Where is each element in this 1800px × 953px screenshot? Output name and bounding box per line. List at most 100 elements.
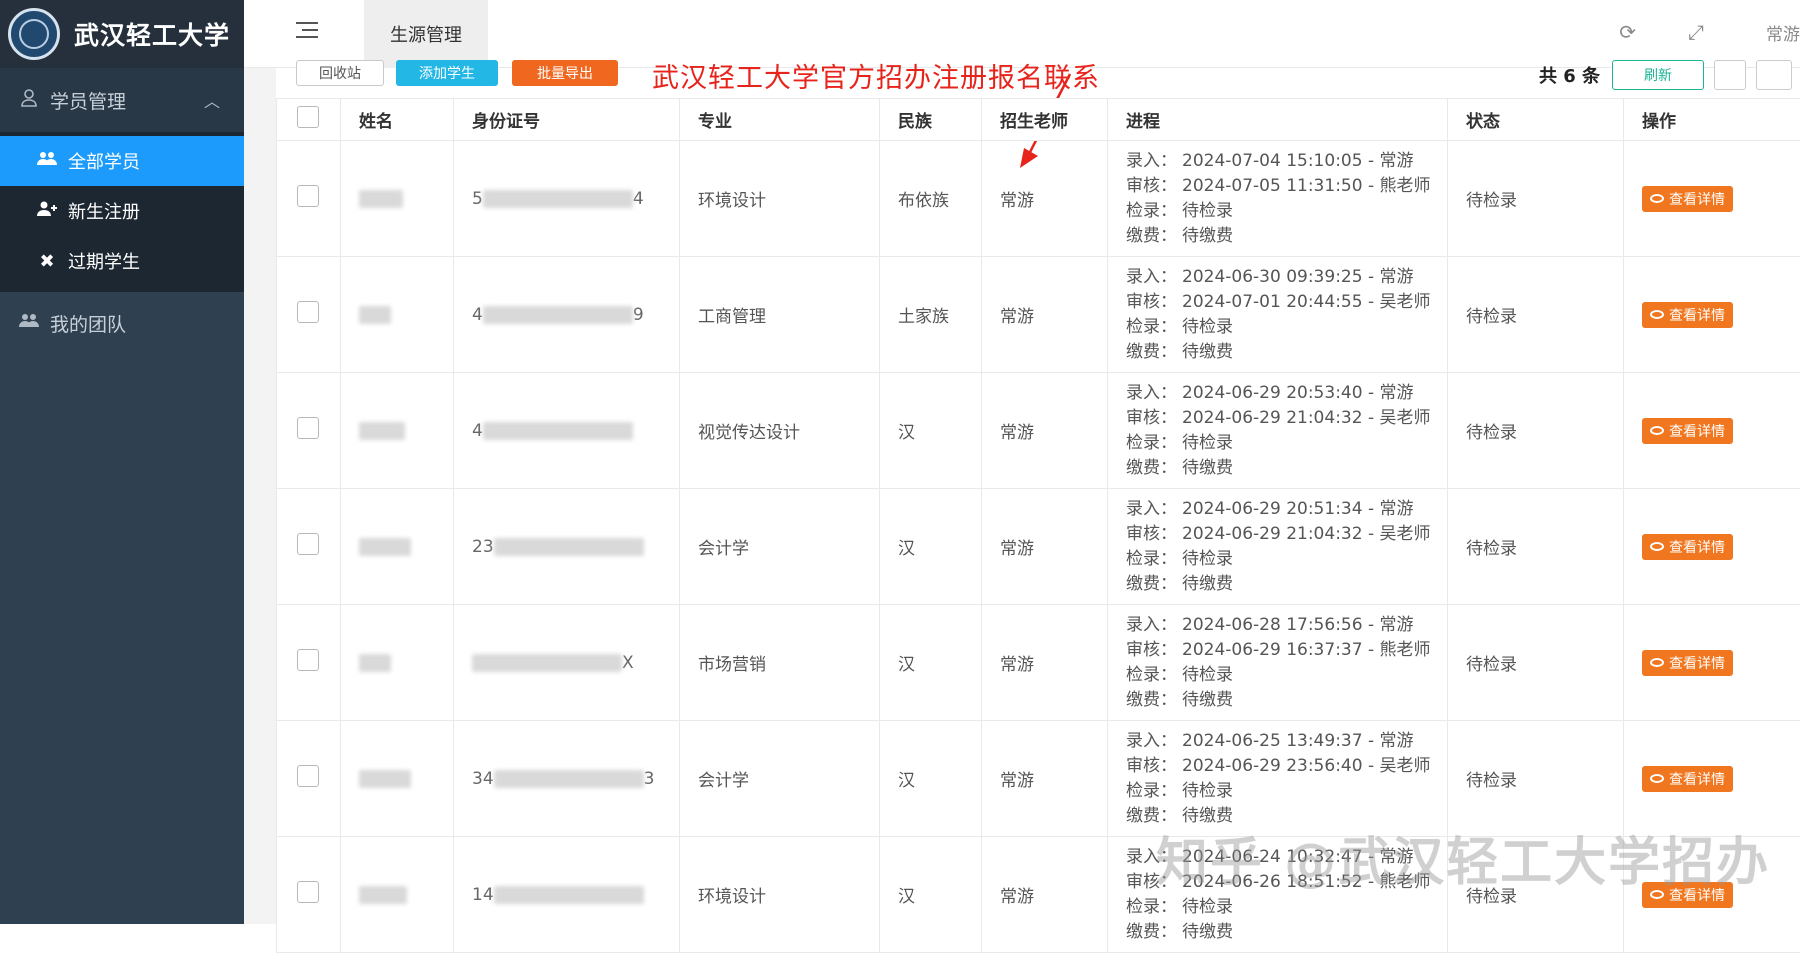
progress-key: 审核： xyxy=(1126,290,1182,315)
select-all-checkbox[interactable] xyxy=(277,99,341,141)
action-cell: 查看详情 xyxy=(1624,489,1800,605)
sidebar-item-label: 过期学生 xyxy=(68,248,140,274)
student-name-redacted xyxy=(341,605,454,721)
row-checkbox[interactable] xyxy=(277,373,341,489)
progress-entry: 2024-06-29 20:53:40 - 常游 xyxy=(1182,383,1414,403)
eye-icon xyxy=(1650,426,1664,435)
menu-group-students[interactable]: 学员管理 ︿ xyxy=(0,68,244,132)
view-details-button[interactable]: 查看详情 xyxy=(1642,186,1733,212)
users-icon xyxy=(18,312,40,334)
table-row: 49工商管理土家族常游录入：2024-06-30 09:39:25 - 常游审核… xyxy=(277,257,1800,373)
times-icon: ✖ xyxy=(36,251,58,272)
action-cell: 查看详情 xyxy=(1624,373,1800,489)
export-button[interactable]: 批量导出 xyxy=(512,60,618,86)
teacher-cell: 常游 xyxy=(982,837,1108,953)
progress-entry: 2024-06-30 09:39:25 - 常游 xyxy=(1182,267,1414,287)
progress-key: 缴费： xyxy=(1126,224,1182,249)
progress-entry: 2024-06-28 17:56:56 - 常游 xyxy=(1182,615,1414,635)
progress-key: 审核： xyxy=(1126,522,1182,547)
progress-key: 审核： xyxy=(1126,406,1182,431)
brand-name: 武汉轻工大学 xyxy=(74,16,230,52)
progress-entry: 2024-07-04 15:10:05 - 常游 xyxy=(1182,151,1414,171)
progress-fee: 待缴费 xyxy=(1182,342,1233,362)
id-end: 9 xyxy=(633,305,644,325)
print-icon[interactable] xyxy=(1756,60,1792,90)
fullscreen-icon[interactable]: ⤢ xyxy=(1688,20,1704,44)
col-status[interactable]: 状态 xyxy=(1448,99,1624,141)
menu-toggle-icon[interactable] xyxy=(296,22,318,42)
row-checkbox[interactable] xyxy=(277,837,341,953)
view-details-label: 查看详情 xyxy=(1669,653,1725,673)
progress-key: 审核： xyxy=(1126,754,1182,779)
view-details-button[interactable]: 查看详情 xyxy=(1642,766,1733,792)
table-row: 4视觉传达设计汉常游录入：2024-06-29 20:53:40 - 常游审核：… xyxy=(277,373,1800,489)
row-checkbox[interactable] xyxy=(277,141,341,257)
progress-review: 2024-06-29 16:37:37 - 熊老师 xyxy=(1182,640,1431,660)
recycle-button[interactable]: 回收站 xyxy=(296,60,384,86)
add-student-button[interactable]: 添加学生 xyxy=(396,60,498,86)
progress-key: 检录： xyxy=(1126,779,1182,804)
view-details-button[interactable]: 查看详情 xyxy=(1642,650,1733,676)
major-cell: 视觉传达设计 xyxy=(680,373,880,489)
progress-key: 录入： xyxy=(1126,265,1182,290)
student-id-cell: 343 xyxy=(454,721,680,837)
sidebar: 武汉轻工大学 学员管理 ︿ 全部学员 新生注册 ✖ 过期学生 我的团队 xyxy=(0,0,244,924)
id-start: 4 xyxy=(472,421,483,441)
sidebar-item-all-students[interactable]: 全部学员 xyxy=(0,136,244,186)
col-progress[interactable]: 进程 xyxy=(1108,99,1448,141)
progress-cell: 录入：2024-06-29 20:51:34 - 常游审核：2024-06-29… xyxy=(1108,489,1448,605)
progress-fee: 待缴费 xyxy=(1182,690,1233,710)
view-details-button[interactable]: 查看详情 xyxy=(1642,418,1733,444)
progress-review: 2024-06-29 21:04:32 - 吴老师 xyxy=(1182,524,1431,544)
student-name-redacted xyxy=(341,141,454,257)
id-start: 23 xyxy=(472,537,494,557)
sidebar-item-label: 新生注册 xyxy=(68,198,140,224)
sidebar-item-label: 全部学员 xyxy=(68,148,140,174)
col-name[interactable]: 姓名 xyxy=(341,99,454,141)
ethnicity-cell: 汉 xyxy=(880,605,982,721)
student-id-cell: 14 xyxy=(454,837,680,953)
progress-check: 待检录 xyxy=(1182,317,1233,337)
tab-student-source[interactable]: 生源管理 xyxy=(364,0,488,68)
teacher-cell: 常游 xyxy=(982,605,1108,721)
view-details-label: 查看详情 xyxy=(1669,537,1725,557)
view-details-button[interactable]: 查看详情 xyxy=(1642,534,1733,560)
columns-icon[interactable] xyxy=(1714,60,1746,90)
ethnicity-cell: 土家族 xyxy=(880,257,982,373)
col-major[interactable]: 专业 xyxy=(680,99,880,141)
row-checkbox[interactable] xyxy=(277,489,341,605)
major-cell: 市场营销 xyxy=(680,605,880,721)
major-cell: 工商管理 xyxy=(680,257,880,373)
progress-key: 检录： xyxy=(1126,315,1182,340)
row-checkbox[interactable] xyxy=(277,605,341,721)
ethnicity-cell: 布依族 xyxy=(880,141,982,257)
student-name-redacted xyxy=(341,837,454,953)
progress-cell: 录入：2024-06-29 20:53:40 - 常游审核：2024-06-29… xyxy=(1108,373,1448,489)
col-ethnicity[interactable]: 民族 xyxy=(880,99,982,141)
id-end: X xyxy=(622,653,634,673)
eye-icon xyxy=(1650,658,1664,667)
row-checkbox[interactable] xyxy=(277,721,341,837)
col-teacher[interactable]: 招生老师 xyxy=(982,99,1108,141)
sidebar-item-my-team[interactable]: 我的团队 xyxy=(0,292,244,354)
student-id-cell: 4 xyxy=(454,373,680,489)
student-id-cell: 23 xyxy=(454,489,680,605)
refresh-button[interactable]: 刷新 xyxy=(1612,60,1704,90)
id-start: 34 xyxy=(472,769,494,789)
table-header-row: 姓名 身份证号 专业 民族 招生老师 进程 状态 操作 xyxy=(277,99,1800,141)
col-id[interactable]: 身份证号 xyxy=(454,99,680,141)
users-icon xyxy=(36,151,58,172)
progress-key: 检录： xyxy=(1126,547,1182,572)
sidebar-item-new-registration[interactable]: 新生注册 xyxy=(0,186,244,236)
refresh-icon[interactable]: ⟳ xyxy=(1619,20,1636,44)
sidebar-item-expired-students[interactable]: ✖ 过期学生 xyxy=(0,236,244,286)
progress-fee: 待缴费 xyxy=(1182,226,1233,246)
view-details-button[interactable]: 查看详情 xyxy=(1642,302,1733,328)
row-checkbox[interactable] xyxy=(277,257,341,373)
progress-cell: 录入：2024-07-04 15:10:05 - 常游审核：2024-07-05… xyxy=(1108,141,1448,257)
teacher-cell: 常游 xyxy=(982,257,1108,373)
progress-review: 2024-06-29 23:56:40 - 吴老师 xyxy=(1182,756,1431,776)
status-cell: 待检录 xyxy=(1448,605,1624,721)
user-name[interactable]: 常游 xyxy=(1766,20,1800,45)
brand[interactable]: 武汉轻工大学 xyxy=(0,0,244,68)
